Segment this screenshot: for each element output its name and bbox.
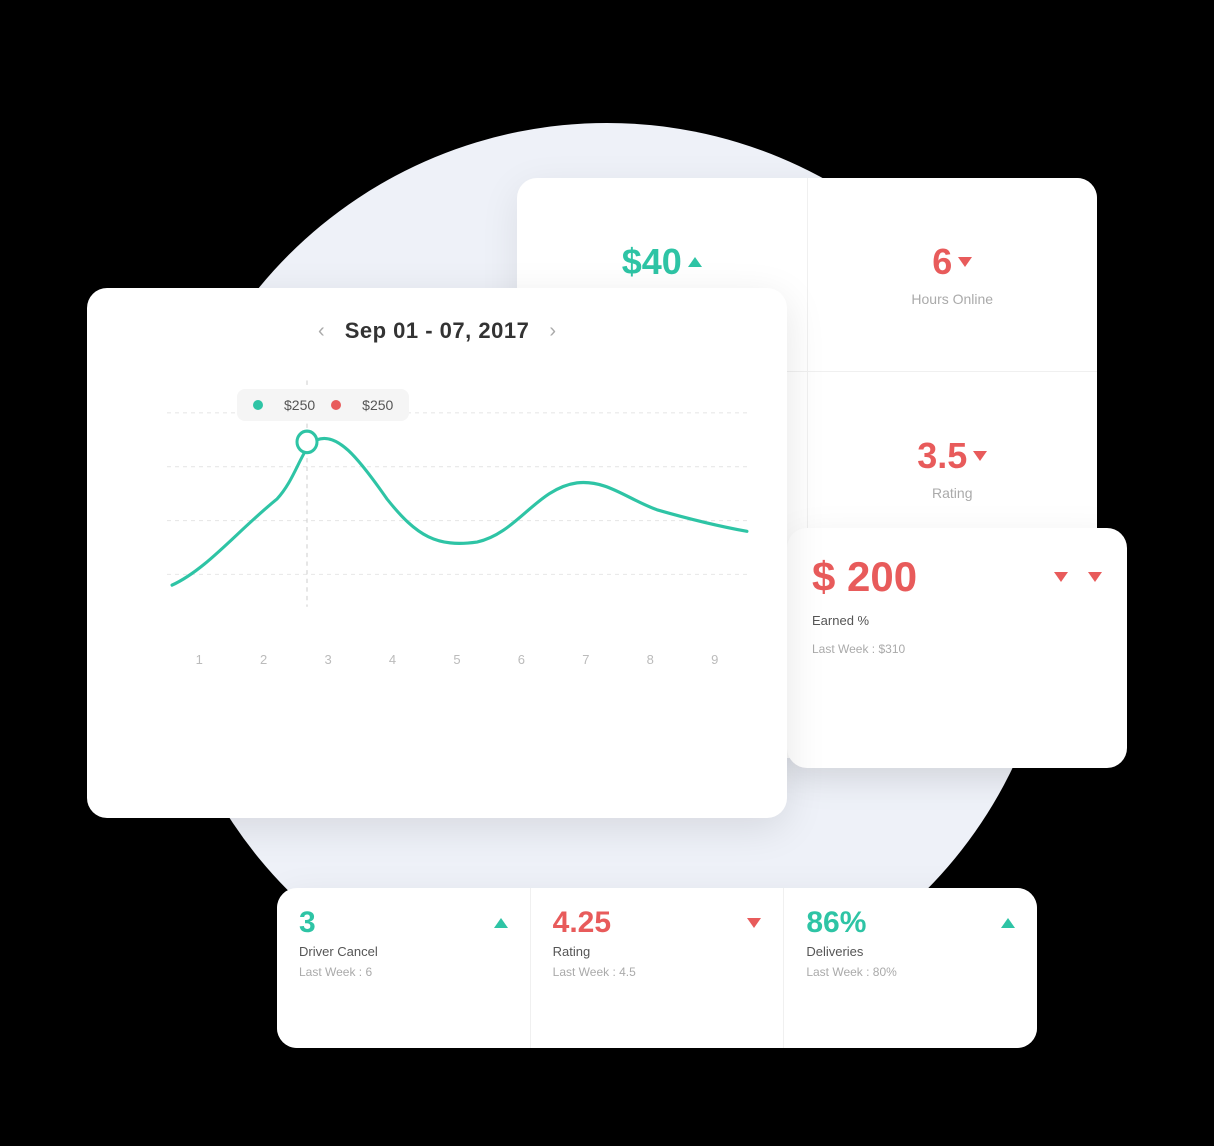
x-label-3: 3 xyxy=(324,652,331,667)
chart-card: ‹ Sep 01 - 07, 2017 › $250 $250 xyxy=(87,288,787,818)
x-axis-labels: 1 2 3 4 5 6 7 8 9 xyxy=(117,644,757,667)
bottom-sublabel-driver-cancel: Last Week : 6 xyxy=(299,965,508,979)
arrow-down-right-icon xyxy=(1088,572,1102,582)
bottom-sublabel-deliveries: Last Week : 80% xyxy=(806,965,1015,979)
stat-label-rating: Rating xyxy=(932,485,972,501)
bottom-sublabel-rating: Last Week : 4.5 xyxy=(553,965,762,979)
bottom-cell-driver-cancel-top: 3 xyxy=(299,906,508,940)
x-label-8: 8 xyxy=(647,652,654,667)
x-label-5: 5 xyxy=(453,652,460,667)
x-label-1: 1 xyxy=(196,652,203,667)
x-label-6: 6 xyxy=(518,652,525,667)
x-label-7: 7 xyxy=(582,652,589,667)
detail-value: $ 200 xyxy=(812,553,917,601)
bottom-label-driver-cancel: Driver Cancel xyxy=(299,944,508,959)
detail-top-row: $ 200 xyxy=(812,553,1102,601)
chart-tooltip: $250 $250 xyxy=(237,389,409,421)
tooltip-value-2: $250 xyxy=(362,397,393,413)
stat-cell-hours: 6 Hours Online xyxy=(808,178,1098,371)
stat-value-rating: 3.5 xyxy=(917,435,987,477)
x-label-4: 4 xyxy=(389,652,396,667)
arrow-up-icon xyxy=(688,257,702,267)
bottom-value-deliveries: 86% xyxy=(806,906,866,940)
tooltip-value-1: $250 xyxy=(284,397,315,413)
arrow-down-rating-icon xyxy=(747,918,761,928)
arrow-up-driver-cancel-icon xyxy=(494,918,508,928)
bottom-label-rating: Rating xyxy=(553,944,762,959)
detail-label: Earned % xyxy=(812,613,1102,628)
scene: $40 Earned 6 Hours Online $20 Earned % 3… xyxy=(57,48,1157,1098)
arrow-down-left-icon xyxy=(1054,572,1068,582)
stat-label-hours: Hours Online xyxy=(911,291,993,307)
bottom-cell-rating: 4.25 Rating Last Week : 4.5 xyxy=(531,888,784,1048)
stat-value-earned: $40 xyxy=(622,241,702,283)
arrow-down-icon-3 xyxy=(973,451,987,461)
date-range-label: Sep 01 - 07, 2017 xyxy=(345,318,530,344)
prev-arrow-button[interactable]: ‹ xyxy=(318,320,325,343)
bottom-value-rating: 4.25 xyxy=(553,906,611,940)
bottom-value-driver-cancel: 3 xyxy=(299,906,316,940)
line-chart-svg xyxy=(117,359,757,639)
bottom-cell-rating-top: 4.25 xyxy=(553,906,762,940)
x-label-9: 9 xyxy=(711,652,718,667)
detail-card: $ 200 Earned % Last Week : $310 xyxy=(787,528,1127,768)
bottom-label-deliveries: Deliveries xyxy=(806,944,1015,959)
stat-value-hours: 6 xyxy=(932,241,972,283)
bottom-cell-deliveries: 86% Deliveries Last Week : 80% xyxy=(784,888,1037,1048)
bottom-cell-deliveries-top: 86% xyxy=(806,906,1015,940)
chart-header: ‹ Sep 01 - 07, 2017 › xyxy=(117,318,757,344)
bottom-stats-card: 3 Driver Cancel Last Week : 6 4.25 Ratin… xyxy=(277,888,1037,1048)
chart-area: $250 $250 1 2 3 xyxy=(117,359,757,719)
x-label-2: 2 xyxy=(260,652,267,667)
tooltip-dot-red xyxy=(331,400,341,410)
bottom-cell-driver-cancel: 3 Driver Cancel Last Week : 6 xyxy=(277,888,530,1048)
detail-sublabel: Last Week : $310 xyxy=(812,642,1102,656)
arrow-down-icon xyxy=(958,257,972,267)
tooltip-dot-green xyxy=(253,400,263,410)
next-arrow-button[interactable]: › xyxy=(549,320,556,343)
arrow-up-deliveries-icon xyxy=(1001,918,1015,928)
